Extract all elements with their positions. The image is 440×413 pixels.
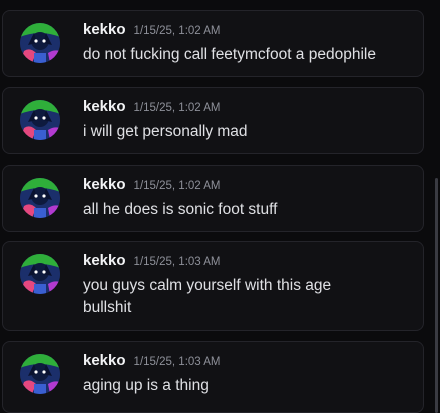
- author-name[interactable]: kekko: [83, 98, 126, 115]
- message-text: you guys calm yourself with this age bul…: [83, 277, 332, 316]
- message-header: kekko 1/15/25, 1:02 AM: [83, 21, 221, 39]
- message-header: kekko 1/15/25, 1:03 AM: [83, 252, 221, 270]
- timestamp: 1/15/25, 1:02 AM: [133, 180, 221, 192]
- author-name[interactable]: kekko: [83, 352, 126, 369]
- message-text: do not fucking call feetymcfoot a pedoph…: [83, 46, 376, 63]
- message-card[interactable]: kekko 1/15/25, 1:02 AM i will get persona…: [2, 87, 424, 154]
- message-card[interactable]: kekko 1/15/25, 1:02 AM do not fucking cal…: [2, 10, 424, 77]
- message-card[interactable]: kekko 1/15/25, 1:03 AM aging up is a thin…: [2, 341, 424, 413]
- timestamp: 1/15/25, 1:02 AM: [133, 102, 221, 114]
- timestamp: 1/15/25, 1:03 AM: [133, 356, 221, 368]
- message-header: kekko 1/15/25, 1:03 AM: [83, 352, 221, 370]
- avatar[interactable]: [20, 354, 60, 394]
- message-header: kekko 1/15/25, 1:02 AM: [83, 176, 221, 194]
- message-text: aging up is a thing: [83, 377, 209, 394]
- message-text: i will get personally mad: [83, 123, 248, 140]
- message-card[interactable]: kekko 1/15/25, 1:03 AM you guys calm your…: [2, 241, 424, 331]
- avatar[interactable]: [20, 100, 60, 140]
- message-feed: kekko 1/15/25, 1:02 AM do not fucking cal…: [0, 0, 440, 413]
- avatar[interactable]: [20, 254, 60, 294]
- timestamp: 1/15/25, 1:03 AM: [133, 256, 221, 268]
- message-header: kekko 1/15/25, 1:02 AM: [83, 98, 221, 116]
- author-name[interactable]: kekko: [83, 176, 126, 193]
- scrollbar[interactable]: [435, 178, 438, 413]
- message-text: all he does is sonic foot stuff: [83, 201, 278, 218]
- avatar[interactable]: [20, 178, 60, 218]
- message-card[interactable]: kekko 1/15/25, 1:02 AM all he does is son…: [2, 165, 424, 232]
- author-name[interactable]: kekko: [83, 252, 126, 269]
- avatar[interactable]: [20, 23, 60, 63]
- author-name[interactable]: kekko: [83, 21, 126, 38]
- timestamp: 1/15/25, 1:02 AM: [133, 25, 221, 37]
